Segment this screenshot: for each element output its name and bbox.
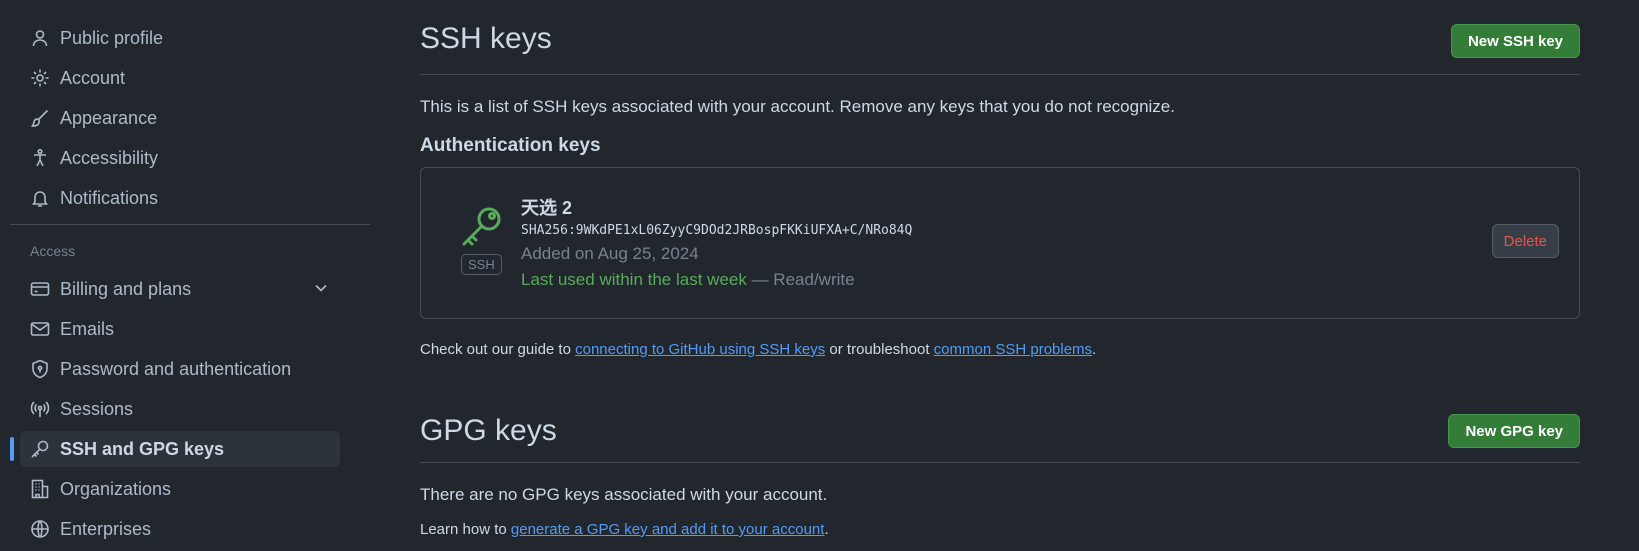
globe-icon (30, 519, 50, 539)
sidebar-divider (10, 224, 370, 225)
gpg-keys-section: GPG keys New GPG key There are no GPG ke… (420, 394, 1580, 538)
credit-card-icon (30, 279, 50, 299)
sidebar-item-emails[interactable]: Emails (20, 311, 340, 347)
new-ssh-key-button[interactable]: New SSH key (1450, 24, 1580, 58)
gear-icon (30, 68, 50, 88)
ssh-key-last-used: Last used within the last week (521, 270, 747, 289)
ssh-guide-text: Check out our guide to connecting to Git… (420, 341, 1580, 358)
ssh-key-access: — Read/write (746, 270, 855, 289)
sidebar-item-password-auth[interactable]: Password and authentication (20, 351, 340, 387)
sidebar-section-access: Access (30, 243, 76, 259)
person-icon (30, 28, 50, 48)
generate-gpg-key-link[interactable]: generate a GPG key and add it to your ac… (511, 521, 825, 538)
main-content: SSH keys New SSH key This is a list of S… (420, 0, 1580, 538)
mail-icon (30, 319, 50, 339)
authentication-keys-heading: Authentication keys (420, 135, 601, 156)
sidebar-item-public-profile[interactable]: Public profile (20, 20, 340, 56)
sidebar-item-billing[interactable]: Billing and plans (20, 271, 340, 307)
sidebar-item-account[interactable]: Account (20, 60, 340, 96)
sidebar-item-organizations[interactable]: Organizations (20, 471, 340, 507)
delete-ssh-key-button[interactable]: Delete (1491, 224, 1559, 258)
key-icon (30, 439, 50, 459)
sidebar-item-label: Accessibility (60, 147, 159, 168)
bell-icon (30, 188, 50, 208)
shield-lock-icon (30, 359, 50, 379)
gpg-learn-text: Learn how to generate a GPG key and add … (420, 521, 1580, 538)
settings-sidebar: Public profile Account Appearance Access… (10, 20, 370, 551)
no-gpg-keys-text: There are no GPG keys associated with yo… (420, 485, 828, 504)
guide-prefix: Check out our guide to (420, 341, 576, 358)
ssh-badge: SSH (461, 254, 502, 275)
guide-middle: or troubleshoot (825, 341, 934, 358)
ssh-keys-description: This is a list of SSH keys associated wi… (420, 97, 1175, 116)
ssh-key-usage: Last used within the last week — Read/wr… (521, 270, 855, 290)
sidebar-item-label: Password and authentication (60, 358, 292, 379)
chevron-down-icon[interactable] (314, 281, 328, 295)
ssh-key-added-date: Added on Aug 25, 2024 (521, 244, 699, 263)
learn-prefix: Learn how to (420, 521, 511, 538)
paintbrush-icon (30, 108, 50, 128)
guide-suffix: . (1092, 341, 1097, 358)
sidebar-item-enterprises[interactable]: Enterprises (20, 511, 340, 547)
ssh-key-title: 天选 2 (521, 198, 573, 218)
learn-suffix: . (824, 521, 829, 538)
accessibility-icon (30, 148, 50, 168)
broadcast-icon (30, 399, 50, 419)
connecting-ssh-guide-link[interactable]: connecting to GitHub using SSH keys (575, 341, 825, 358)
ssh-key-item: SSH 天选 2 SHA256:9WKdPE1xL06ZyyC9DOd2JRBo… (420, 167, 1580, 319)
new-gpg-key-button[interactable]: New GPG key (1448, 414, 1580, 448)
sidebar-item-label: SSH and GPG keys (60, 438, 225, 459)
sidebar-item-notifications[interactable]: Notifications (20, 180, 340, 216)
sidebar-item-label: Account (60, 67, 126, 88)
sidebar-item-label: Organizations (60, 478, 172, 499)
sidebar-item-label: Billing and plans (60, 278, 192, 299)
sidebar-item-label: Sessions (60, 398, 134, 419)
ssh-keys-title: SSH keys (420, 22, 552, 55)
sidebar-item-ssh-gpg-keys[interactable]: SSH and GPG keys (10, 431, 340, 467)
sidebar-item-label: Public profile (60, 27, 164, 48)
gpg-keys-header: GPG keys New GPG key (420, 394, 1580, 463)
sidebar-item-label: Emails (60, 318, 115, 339)
sidebar-item-sessions[interactable]: Sessions (20, 391, 340, 427)
ssh-problems-link[interactable]: common SSH problems (934, 341, 1092, 358)
sidebar-item-label: Enterprises (60, 518, 152, 539)
organization-icon (30, 479, 50, 499)
sidebar-item-appearance[interactable]: Appearance (20, 100, 340, 136)
sidebar-item-label: Appearance (60, 107, 158, 128)
ssh-keys-header: SSH keys New SSH key (420, 0, 1580, 75)
sidebar-item-label: Notifications (60, 187, 159, 208)
gpg-keys-title: GPG keys (420, 414, 557, 447)
key-icon (462, 207, 501, 246)
sidebar-item-accessibility[interactable]: Accessibility (20, 140, 340, 176)
ssh-key-fingerprint: SHA256:9WKdPE1xL06ZyyC9DOd2JRBospFKKiUFX… (521, 223, 913, 238)
